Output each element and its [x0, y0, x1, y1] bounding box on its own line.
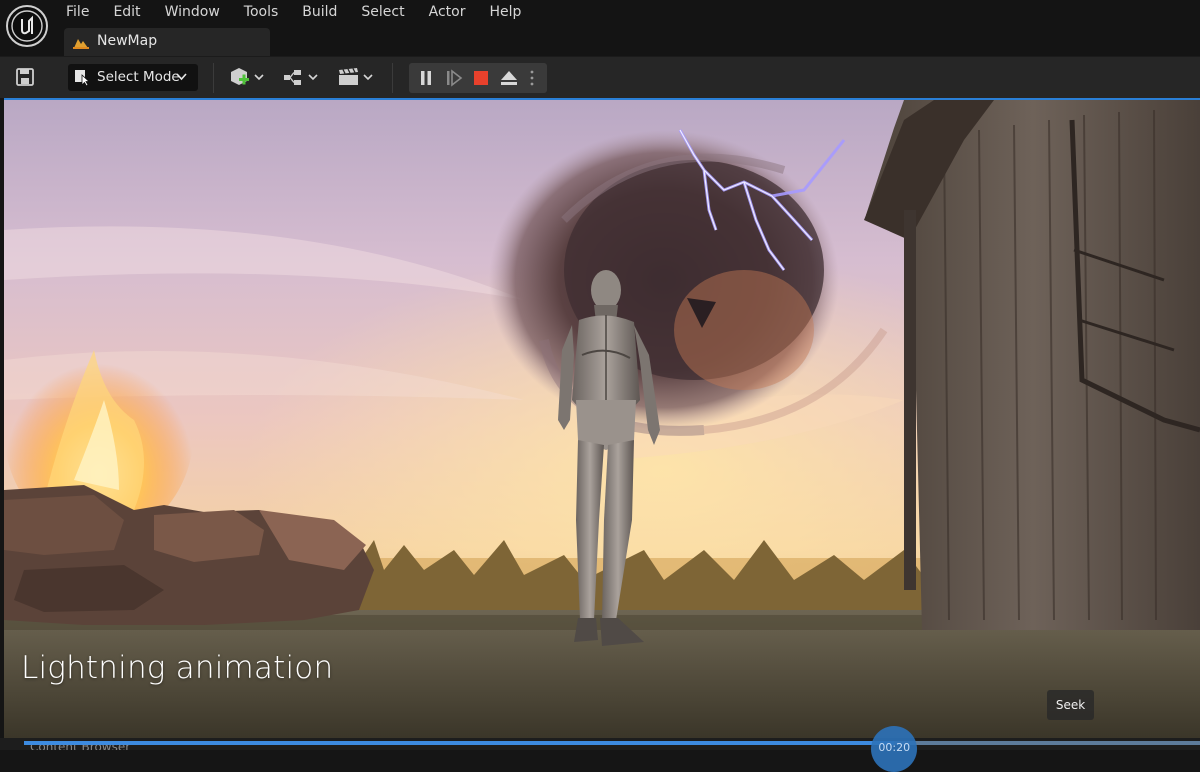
level-viewport[interactable]: Lightning animation Seek [4, 98, 1200, 738]
eject-icon [501, 71, 517, 85]
viewport-scene-render [4, 100, 1200, 738]
blueprint-dropdown[interactable] [283, 66, 323, 90]
seek-tooltip: Seek [1047, 690, 1094, 720]
document-tab-label: NewMap [97, 33, 158, 49]
quick-add-dropdown[interactable] [229, 66, 269, 90]
seek-progress [24, 741, 895, 745]
stop-icon [474, 71, 488, 85]
video-caption: Lightning animation [21, 650, 334, 686]
menu-bar: File Edit Window Tools Build Select Acto… [0, 0, 1200, 56]
toolbar-separator [213, 63, 214, 93]
cinematics-dropdown[interactable] [338, 66, 378, 90]
level-map-icon [73, 39, 89, 49]
unreal-engine-logo[interactable] [6, 5, 48, 47]
menu-help[interactable]: Help [477, 0, 533, 24]
menu-edit[interactable]: Edit [101, 0, 152, 24]
menu-window[interactable]: Window [153, 0, 232, 24]
vertical-dots-icon [530, 70, 534, 86]
main-toolbar: Select Mode [0, 56, 1200, 98]
playback-options-button[interactable] [521, 63, 543, 93]
select-mode-label: Select Mode [97, 69, 180, 85]
stop-button[interactable] [468, 63, 495, 93]
menu-select[interactable]: Select [349, 0, 416, 24]
eject-button[interactable] [495, 63, 522, 93]
save-icon[interactable] [14, 66, 36, 88]
blueprint-icon [284, 70, 318, 85]
cinematics-clapper-icon [339, 68, 373, 85]
main-menu: File Edit Window Tools Build Select Acto… [54, 0, 533, 24]
menu-file[interactable]: File [54, 0, 101, 24]
menu-tools[interactable]: Tools [232, 0, 291, 24]
menu-actor[interactable]: Actor [417, 0, 478, 24]
menu-build[interactable]: Build [290, 0, 349, 24]
select-mode-dropdown[interactable]: Select Mode [68, 64, 198, 91]
seek-time-label: 00:20 [878, 741, 911, 754]
quick-add-icon [231, 68, 264, 85]
frame-advance-icon [447, 69, 463, 87]
toolbar-separator [392, 63, 393, 93]
chevron-down-icon [176, 73, 187, 81]
playback-controls [409, 63, 547, 93]
select-arrow-icon [75, 70, 91, 86]
document-tab-newmap[interactable]: NewMap [64, 28, 270, 56]
pause-button[interactable] [413, 63, 440, 93]
pause-icon [421, 71, 431, 85]
frame-advance-button[interactable] [441, 63, 468, 93]
